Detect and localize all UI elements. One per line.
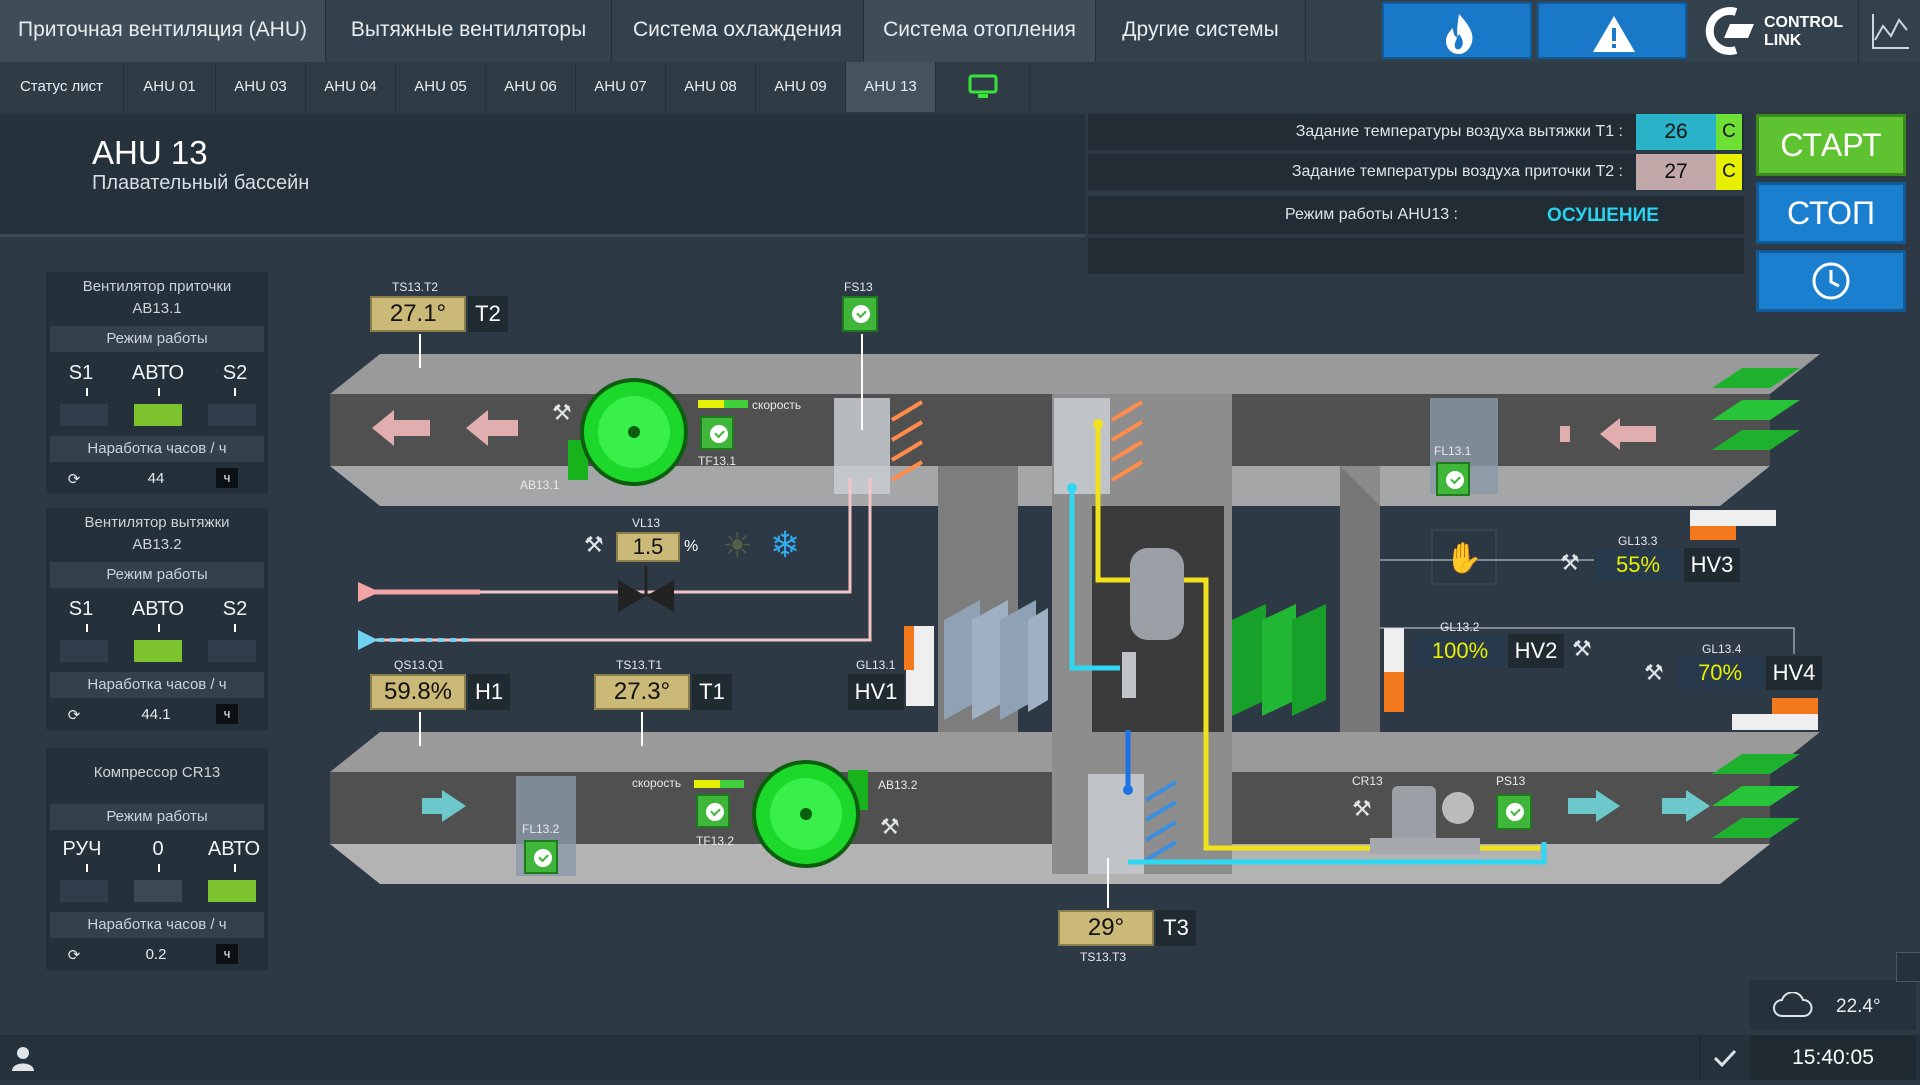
user-icon[interactable] bbox=[8, 1043, 38, 1073]
status-bar: 15:40:05 bbox=[0, 1035, 1920, 1080]
sun-icon: ☀ bbox=[722, 527, 753, 565]
h1-sensor-label: QS13.Q1 bbox=[394, 658, 445, 672]
ps13-label: PS13 bbox=[1496, 774, 1526, 788]
wrench-icon[interactable]: ⚒ bbox=[552, 400, 572, 426]
hv1-label: GL13.1 bbox=[856, 658, 896, 672]
fl132-status-check[interactable] bbox=[524, 840, 558, 874]
t2-value[interactable]: 27.1° bbox=[370, 296, 466, 332]
wrench-icon[interactable]: ⚒ bbox=[584, 532, 604, 558]
vl13-label: VL13 bbox=[632, 516, 661, 530]
hv2-value[interactable]: 100% bbox=[1414, 634, 1506, 668]
fs13-status-check[interactable] bbox=[842, 296, 878, 332]
cloud-icon bbox=[1773, 992, 1813, 1017]
exhaust-fan-status-label: TF13.2 bbox=[696, 834, 735, 848]
cr13-label: CR13 bbox=[1352, 774, 1383, 788]
vl13-unit: % bbox=[684, 538, 699, 555]
wrench-icon[interactable]: ⚒ bbox=[1560, 550, 1580, 576]
h1-tag: H1 bbox=[468, 674, 510, 710]
exhaust-fan-label: АВ13.2 bbox=[878, 778, 918, 792]
wrench-icon[interactable]: ⚒ bbox=[1644, 660, 1664, 686]
wrench-icon[interactable]: ⚒ bbox=[1572, 636, 1592, 662]
manual-hand-icon[interactable]: ✋ bbox=[1432, 532, 1496, 586]
ps13-status-check[interactable] bbox=[1496, 794, 1532, 830]
t2-sensor-label: TS13.T2 bbox=[392, 280, 439, 294]
fl131-label: FL13.1 bbox=[1434, 444, 1472, 458]
hv3-value[interactable]: 55% bbox=[1594, 548, 1682, 582]
hv2-tag: HV2 bbox=[1508, 634, 1564, 668]
check-icon bbox=[1713, 1049, 1737, 1068]
supply-fan-speed-label: скорость bbox=[752, 398, 802, 412]
t1-tag: T1 bbox=[692, 674, 732, 710]
vl13-value[interactable]: 1.5 bbox=[616, 532, 680, 562]
current-time: 15:40:05 bbox=[1792, 1046, 1874, 1069]
t3-tag: T3 bbox=[1156, 910, 1196, 946]
compressor-icon bbox=[1392, 786, 1436, 846]
hv4-value[interactable]: 70% bbox=[1676, 656, 1764, 690]
acknowledge-button[interactable] bbox=[1700, 1035, 1749, 1080]
exhaust-fan-status-check[interactable] bbox=[696, 794, 730, 828]
hv2-label: GL13.2 bbox=[1440, 620, 1480, 634]
fl131-status-check[interactable] bbox=[1436, 462, 1470, 496]
hv3-tag: HV3 bbox=[1684, 548, 1740, 582]
t1-value[interactable]: 27.3° bbox=[594, 674, 690, 710]
valve-icon bbox=[618, 580, 646, 612]
side-tab[interactable] bbox=[1896, 952, 1920, 982]
supply-fan-label: АВ13.1 bbox=[520, 478, 560, 492]
wrench-icon[interactable]: ⚒ bbox=[880, 814, 900, 840]
exhaust-fan-speed-label: скорость bbox=[632, 776, 682, 790]
t3-sensor-label: TS13.T3 bbox=[1080, 950, 1127, 964]
weather-widget: 22.4° bbox=[1750, 980, 1916, 1030]
cooling-coil-icon bbox=[1232, 604, 1326, 716]
hv3-label: GL13.3 bbox=[1618, 534, 1658, 548]
hv1-tag: HV1 bbox=[848, 674, 904, 710]
hv4-label: GL13.4 bbox=[1702, 642, 1742, 656]
wrench-icon[interactable]: ⚒ bbox=[1352, 796, 1372, 822]
t2-tag: T2 bbox=[468, 296, 508, 332]
heat-exchanger-icon bbox=[944, 600, 1048, 720]
fl132-label: FL13.2 bbox=[522, 822, 560, 836]
fs13-label: FS13 bbox=[844, 280, 873, 294]
outside-temperature: 22.4° bbox=[1836, 996, 1881, 1017]
hv4-tag: HV4 bbox=[1766, 656, 1822, 690]
supply-fan-status-label: TF13.1 bbox=[698, 454, 737, 468]
t1-sensor-label: TS13.T1 bbox=[616, 658, 663, 672]
supply-fan-status-check[interactable] bbox=[700, 416, 734, 450]
t3-value[interactable]: 29° bbox=[1058, 910, 1154, 946]
clock-display: 15:40:05 bbox=[1750, 1035, 1916, 1080]
snowflake-icon: ❄ bbox=[770, 524, 801, 565]
h1-value[interactable]: 59.8% bbox=[370, 674, 466, 710]
